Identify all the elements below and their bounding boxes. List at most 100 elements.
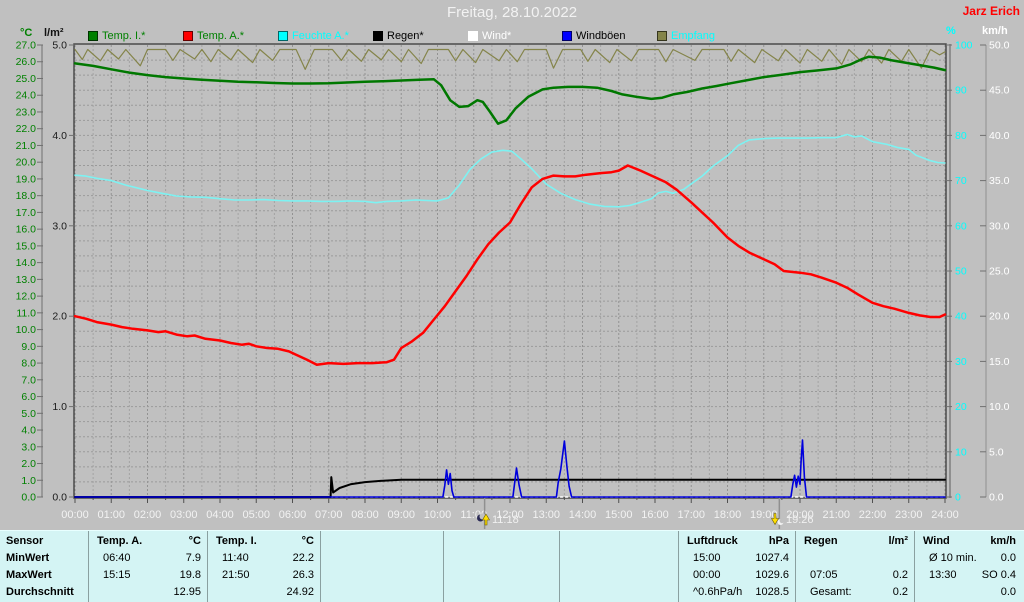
- axis-label-humidity_pct: 40: [955, 311, 967, 323]
- axis-label-temp_c: 25.0: [16, 73, 37, 85]
- table-column-wind: Wind km/h Ø 10 min. 0.0 13:30 SO 0.4 0.0: [914, 531, 1022, 602]
- time-axis-label: 17:00: [677, 509, 705, 521]
- table-column-empty-3: [443, 531, 559, 602]
- table-cell-time: ^0.6hPa/h: [693, 586, 743, 598]
- axis-label-temp_c: 6.0: [21, 391, 36, 403]
- table-column-temp-a: Temp. A. °C 06:40 7.9 15:15 19.8 12.95: [88, 531, 207, 602]
- table-column-name: Regen: [804, 535, 838, 547]
- axis-label-temp_c: 12.0: [16, 291, 37, 303]
- time-axis-label: 07:00: [315, 509, 343, 521]
- table-column-name: Luftdruck: [687, 535, 738, 547]
- axis-label-temp_c: 1.0: [21, 475, 36, 487]
- time-axis-label: 21:00: [822, 509, 850, 521]
- axis-label-temp_c: 20.0: [16, 157, 37, 169]
- weather-app-window: { "header": { "title": "Freitag, 28.10.2…: [0, 0, 1024, 602]
- axis-label-temp_c: 27.0: [16, 40, 37, 52]
- time-axis-label: 06:00: [279, 509, 307, 521]
- table-column-empty-4: [559, 531, 678, 602]
- table-row-label: Sensor: [6, 535, 44, 547]
- axis-label-humidity_pct: 60: [955, 220, 967, 232]
- time-axis-label: 24:00: [931, 509, 959, 521]
- series-line-windb-en: [74, 439, 946, 498]
- axis-label-temp_c: 0.0: [21, 492, 36, 504]
- time-axis-label: 10:00: [424, 509, 452, 521]
- table-column-regen: Regen l/m² 07:05 0.2 Gesamt: 0.2: [795, 531, 914, 602]
- axis-label-temp_c: 9.0: [21, 341, 36, 353]
- axis-label-humidity_pct: 50: [955, 266, 967, 278]
- moonrise-marker: 11:18: [476, 512, 519, 526]
- table-cell-value: 0.0: [1000, 586, 1016, 598]
- axis-label-temp_c: 11.0: [16, 307, 36, 319]
- table-cell-time: 00:00: [693, 569, 721, 581]
- axis-label-temp_c: 21.0: [16, 140, 37, 152]
- time-axis-label: 03:00: [170, 509, 198, 521]
- axis-label-temp_c: 10.0: [16, 324, 37, 336]
- table-row-label: MaxWert: [6, 569, 52, 581]
- table-cell-time: 11:40: [222, 552, 249, 564]
- axis-label-rain_lm2: 4.0: [52, 130, 67, 142]
- time-axis-label: 09:00: [387, 509, 415, 521]
- moonset-time: 19:26: [786, 514, 814, 526]
- axis-label-temp_c: 14.0: [16, 257, 37, 269]
- axis-label-humidity_pct: 100: [955, 40, 973, 52]
- axis-label-wind_kmh: 5.0: [989, 446, 1004, 458]
- moonrise-time: 11:18: [492, 514, 519, 526]
- table-cell-time: 21:50: [222, 569, 250, 581]
- time-axis-label: 00:00: [61, 509, 89, 521]
- axis-label-wind_kmh: 30.0: [989, 220, 1010, 232]
- moonrise-marker-icon: [477, 513, 491, 526]
- table-cell-value: 12.95: [173, 586, 201, 598]
- table-cell-value: 24.92: [286, 586, 314, 598]
- table-column-unit: °C: [301, 535, 314, 547]
- table-cell-value: 1028.5: [755, 586, 789, 598]
- table-column-temp-i: Temp. I. °C 11:40 22.2 21:50 26.3 24.92: [207, 531, 320, 602]
- table-cell-value: 0.0: [1000, 552, 1016, 564]
- axis-label-rain_lm2: 2.0: [52, 311, 67, 323]
- axis-label-temp_c: 16.0: [16, 224, 37, 236]
- table-cell-time: 15:15: [103, 569, 131, 581]
- table-column-row-labels: Sensor MinWert MaxWert Durchschnitt: [2, 531, 88, 602]
- axis-label-temp_c: 5.0: [21, 408, 36, 420]
- table-cell-time: 07:05: [810, 569, 838, 581]
- table-column-unit: km/h: [990, 535, 1016, 547]
- axis-label-humidity_pct: 90: [955, 85, 967, 97]
- table-cell-value: 1027.4: [755, 552, 789, 564]
- table-column-unit: hPa: [768, 535, 789, 547]
- axis-label-wind_kmh: 45.0: [989, 85, 1010, 97]
- axis-label-temp_c: 24.0: [16, 90, 37, 102]
- axis-label-humidity_pct: 30: [955, 356, 967, 368]
- table-cell-time: 15:00: [693, 552, 721, 564]
- time-axis-label: 05:00: [242, 509, 270, 521]
- axis-label-humidity_pct: 20: [955, 401, 967, 413]
- axis-label-wind_kmh: 0.0: [989, 492, 1004, 504]
- table-row-label: MinWert: [6, 552, 50, 564]
- table-cell-value: 19.8: [179, 569, 201, 581]
- table-column-name: Wind: [923, 535, 950, 547]
- axis-label-temp_c: 4.0: [21, 425, 36, 437]
- table-cell-value: 22.2: [292, 552, 314, 564]
- axis-label-temp_c: 3.0: [21, 441, 36, 453]
- table-cell-time: Ø 10 min.: [929, 552, 977, 564]
- table-row-label: Durchschnitt: [6, 586, 74, 598]
- time-axis-label: 08:00: [351, 509, 379, 521]
- axis-label-temp_c: 23.0: [16, 106, 37, 118]
- axis-label-wind_kmh: 15.0: [989, 356, 1010, 368]
- time-axis-label: 16:00: [641, 509, 669, 521]
- axis-label-temp_c: 7.0: [21, 374, 36, 386]
- statistics-table: Sensor MinWert MaxWert Durchschnitt Temp. A.…: [0, 530, 1024, 602]
- table-cell-value: 26.3: [292, 569, 314, 581]
- axis-label-wind_kmh: 25.0: [989, 266, 1010, 278]
- table-column-unit: l/m²: [888, 535, 908, 547]
- table-cell-value: 0.2: [892, 586, 908, 598]
- axis-label-temp_c: 15.0: [16, 240, 37, 252]
- axis-label-wind_kmh: 40.0: [989, 130, 1010, 142]
- axis-label-rain_lm2: 1.0: [52, 401, 67, 413]
- time-axis-label: 22:00: [859, 509, 887, 521]
- table-column-empty-2: [320, 531, 443, 602]
- weather-chart-canvas[interactable]: 27.0 26.0 25.0 24.0 23.0 22.0 21.0 20.0 19.0 18.0…: [0, 0, 1024, 530]
- table-cell-value: 0.2: [892, 569, 908, 581]
- axis-label-temp_c: 19.0: [16, 173, 37, 185]
- axis-label-wind_kmh: 35.0: [989, 175, 1010, 187]
- axis-label-humidity_pct: 10: [955, 446, 967, 458]
- axis-label-temp_c: 26.0: [16, 56, 37, 68]
